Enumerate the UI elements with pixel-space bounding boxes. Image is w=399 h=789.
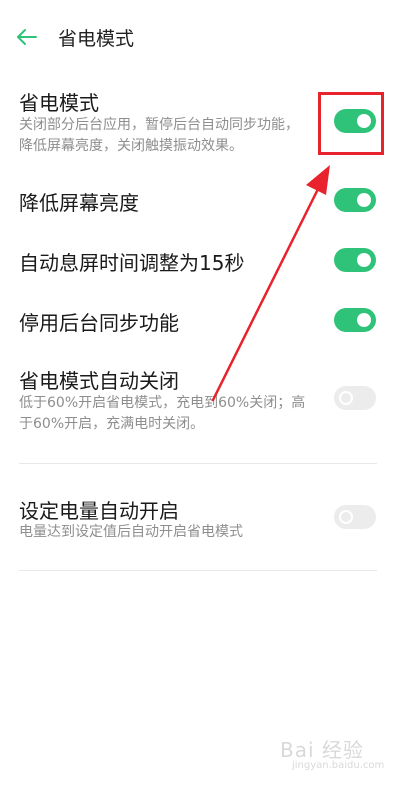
arrow-left-icon xyxy=(17,29,37,45)
divider xyxy=(19,570,377,571)
watermark-url: jingyan.baidu.com xyxy=(292,760,385,771)
power-saving-settings-page: 省电模式 省电模式 关闭部分后台应用，暂停后台自动同步功能，降低屏幕亮度，关闭触… xyxy=(0,0,399,789)
page-title: 省电模式 xyxy=(58,28,135,50)
setting-row-auto-off[interactable]: 省电模式自动关闭 低于60%开启省电模式，充电到60%关闭；高于60%开启，充满… xyxy=(0,362,399,442)
toggle-knob xyxy=(339,510,353,524)
toggle-knob xyxy=(357,193,371,207)
annotation-highlight-box xyxy=(318,92,384,155)
disable-sync-toggle[interactable] xyxy=(334,308,376,332)
setting-title: 省电模式自动关闭 xyxy=(19,369,179,393)
back-button[interactable] xyxy=(12,22,42,52)
setting-row-auto-on[interactable]: 设定电量自动开启 电量达到设定值后自动开启省电模式 xyxy=(0,492,399,552)
setting-description: 关闭部分后台应用，暂停后台自动同步功能，降低屏幕亮度，关闭触摸振动效果。 xyxy=(19,117,299,154)
auto-off-toggle[interactable] xyxy=(334,386,376,410)
header: 省电模式 xyxy=(0,0,399,72)
setting-description: 电量达到设定值后自动开启省电模式 xyxy=(19,524,243,540)
toggle-knob xyxy=(339,391,353,405)
watermark-logo: Bai 经验 xyxy=(280,738,364,762)
baidu-jingyan-watermark: Bai 经验 jingyan.baidu.com xyxy=(268,732,388,782)
divider xyxy=(19,463,377,464)
reduce-brightness-toggle[interactable] xyxy=(334,188,376,212)
setting-title: 降低屏幕亮度 xyxy=(19,191,139,215)
setting-title: 设定电量自动开启 xyxy=(19,499,179,523)
toggle-knob xyxy=(357,253,371,267)
auto-on-toggle[interactable] xyxy=(334,505,376,529)
toggle-knob xyxy=(357,313,371,327)
setting-title: 省电模式 xyxy=(19,91,99,115)
setting-description: 低于60%开启省电模式，充电到60%关闭；高于60%开启，充满电时关闭。 xyxy=(19,395,306,432)
setting-title: 停用后台同步功能 xyxy=(19,311,179,335)
setting-row-reduce-brightness[interactable]: 降低屏幕亮度 xyxy=(0,180,399,220)
setting-row-disable-sync[interactable]: 停用后台同步功能 xyxy=(0,300,399,340)
setting-row-screen-timeout[interactable]: 自动息屏时间调整为15秒 xyxy=(0,240,399,280)
screen-timeout-toggle[interactable] xyxy=(334,248,376,272)
setting-title: 自动息屏时间调整为15秒 xyxy=(19,251,245,275)
